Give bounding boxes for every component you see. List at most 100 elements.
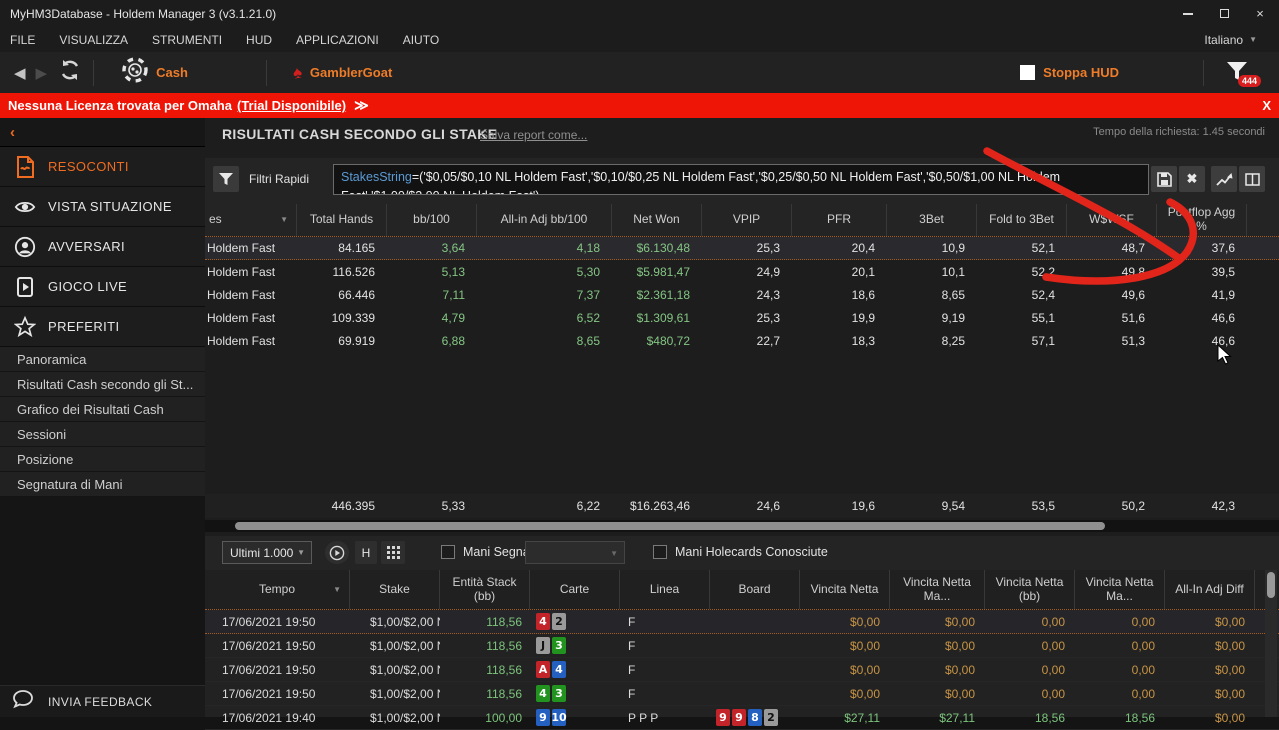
- hands-range-select[interactable]: Ultimi 1.000 ▼: [222, 541, 312, 564]
- checkbox-icon[interactable]: [653, 545, 667, 559]
- table-row[interactable]: Holdem Fast 116.526 5,13 5,30 $5.981,47 …: [205, 260, 1279, 283]
- columns-button[interactable]: [1239, 166, 1265, 192]
- column-header-vincita-netta-ma2[interactable]: Vincita Netta Ma...: [1075, 570, 1165, 609]
- marked-hands-select[interactable]: ▼: [525, 541, 625, 564]
- filter-key: StakesString: [341, 170, 412, 184]
- quick-filter-button[interactable]: [213, 166, 239, 192]
- column-header-stake[interactable]: Stake: [350, 570, 440, 609]
- window-title: MyHM3Database - Holdem Manager 3 (v3.1.2…: [0, 7, 276, 21]
- cell-stake: $1,00/$2,00 NL H: [350, 615, 440, 629]
- cell-wwsf: 51,6: [1067, 311, 1157, 325]
- cash-tab[interactable]: Cash: [156, 65, 188, 80]
- menu-strumenti[interactable]: STRUMENTI: [152, 33, 222, 47]
- stakes-filter-input[interactable]: StakesString=('$0,05/$0,10 NL Holdem Fas…: [333, 164, 1149, 195]
- sidebar-item-resoconti[interactable]: RESOCONTI: [0, 147, 205, 187]
- table-row[interactable]: 17/06/2021 19:50 $1,00/$2,00 NL H 118,56…: [205, 682, 1279, 706]
- column-header-3bet[interactable]: 3Bet: [887, 204, 977, 236]
- column-header-fold-to-3bet[interactable]: Fold to 3Bet: [977, 204, 1067, 236]
- sort-icon[interactable]: ▼: [333, 585, 341, 594]
- table-row[interactable]: 17/06/2021 19:50 $1,00/$2,00 NL H 118,56…: [205, 634, 1279, 658]
- cell-net-ma: $0,00: [890, 663, 985, 677]
- known-holecards-control[interactable]: Mani Holecards Conosciute: [653, 545, 828, 559]
- menu-aiuto[interactable]: AIUTO: [403, 33, 439, 47]
- dropdown-icon[interactable]: ▼: [280, 215, 288, 224]
- playing-card: 10: [552, 709, 566, 726]
- menu-applicazioni[interactable]: APPLICAZIONI: [296, 33, 379, 47]
- sidebar-item-gioco-live[interactable]: GIOCO LIVE: [0, 267, 205, 307]
- cell-board: 9982: [710, 709, 800, 726]
- back-button[interactable]: ◀: [14, 64, 26, 82]
- sidebar-item-vista-situazione[interactable]: VISTA SITUAZIONE: [0, 187, 205, 227]
- sidebar-item-segnatura[interactable]: Segnatura di Mani: [0, 472, 205, 497]
- table-row[interactable]: Holdem Fast 84.165 3,64 4,18 $6.130,48 2…: [205, 237, 1279, 260]
- cell-net-won: $5.981,47: [612, 265, 702, 279]
- save-report-link[interactable]: Salva report come...: [480, 128, 587, 142]
- sidebar-item-posizione[interactable]: Posizione: [0, 447, 205, 472]
- column-header-carte[interactable]: Carte: [530, 570, 620, 609]
- send-feedback-button[interactable]: INVIA FEEDBACK: [0, 685, 205, 717]
- maximize-button[interactable]: [1209, 2, 1239, 26]
- stop-hud-button[interactable]: Stoppa HUD: [1020, 52, 1119, 93]
- column-header-total-hands[interactable]: Total Hands: [297, 204, 387, 236]
- cell-bb100: 5,13: [387, 265, 477, 279]
- scrollbar-thumb[interactable]: [1267, 572, 1275, 598]
- grid-view-button[interactable]: [381, 541, 405, 564]
- column-header-vpip[interactable]: VPIP: [702, 204, 792, 236]
- column-header-tempo[interactable]: Tempo ▼: [205, 570, 350, 609]
- column-header-pfr[interactable]: PFR: [792, 204, 887, 236]
- cell-net-won: $1.309,61: [612, 311, 702, 325]
- cell-vpip: 25,3: [702, 241, 792, 255]
- column-header-vincita-netta-bb[interactable]: Vincita Netta (bb): [985, 570, 1075, 609]
- column-header-linea[interactable]: Linea: [620, 570, 710, 609]
- refresh-icon[interactable]: [59, 59, 81, 86]
- table-row[interactable]: Holdem Fast 66.446 7,11 7,37 $2.361,18 2…: [205, 283, 1279, 306]
- table-row[interactable]: Holdem Fast 109.339 4,79 6,52 $1.309,61 …: [205, 306, 1279, 329]
- column-header-net-won[interactable]: Net Won: [612, 204, 702, 236]
- column-header-postflop-agg[interactable]: Postflop Agg %: [1157, 204, 1247, 236]
- cell-net-ma-bb: 18,56: [1075, 711, 1165, 725]
- sidebar-item-grafico[interactable]: Grafico dei Risultati Cash: [0, 397, 205, 422]
- trial-link[interactable]: (Trial Disponibile): [237, 98, 346, 113]
- vertical-scrollbar[interactable]: [1265, 570, 1277, 717]
- column-header-vincita-netta-ma[interactable]: Vincita Netta Ma...: [890, 570, 985, 609]
- chart-view-button[interactable]: [1211, 166, 1237, 192]
- close-button[interactable]: ×: [1245, 2, 1275, 26]
- column-header-stack[interactable]: Entità Stack (bb): [440, 570, 530, 609]
- banner-close-button[interactable]: X: [1262, 98, 1271, 113]
- sidebar-item-risultati-cash[interactable]: Risultati Cash secondo gli St...: [0, 372, 205, 397]
- hud-button[interactable]: H: [355, 541, 377, 564]
- sidebar-item-preferiti[interactable]: PREFERITI: [0, 307, 205, 347]
- table-row[interactable]: 17/06/2021 19:50 $1,00/$2,00 NL H 118,56…: [205, 610, 1279, 634]
- sidebar-collapse-button[interactable]: ‹: [0, 118, 205, 147]
- banner-chevron-icon[interactable]: ≫: [354, 97, 369, 114]
- column-header-stakes[interactable]: es ▼: [205, 204, 297, 236]
- menu-hud[interactable]: HUD: [246, 33, 272, 47]
- column-header-board[interactable]: Board: [710, 570, 800, 609]
- column-header-vincita-netta[interactable]: Vincita Netta: [800, 570, 890, 609]
- star-icon: [14, 316, 36, 338]
- column-header-allin-adj[interactable]: All-in Adj bb/100: [477, 204, 612, 236]
- scrollbar-thumb[interactable]: [235, 522, 1105, 530]
- sidebar-item-panoramica[interactable]: Panoramica: [0, 347, 205, 372]
- language-selector[interactable]: Italiano ▼: [1204, 27, 1257, 52]
- save-filter-button[interactable]: [1151, 166, 1177, 192]
- table-row[interactable]: Holdem Fast 69.919 6,88 8,65 $480,72 22,…: [205, 329, 1279, 352]
- column-header-bb100[interactable]: bb/100: [387, 204, 477, 236]
- table-row[interactable]: 17/06/2021 19:50 $1,00/$2,00 NL H 118,56…: [205, 658, 1279, 682]
- replay-button[interactable]: [325, 541, 349, 564]
- sidebar-item-avversari[interactable]: AVVERSARI: [0, 227, 205, 267]
- checkbox-icon[interactable]: [441, 545, 455, 559]
- minimize-button[interactable]: [1173, 2, 1203, 26]
- column-header-wwsf[interactable]: W$WSF: [1067, 204, 1157, 236]
- forward-button[interactable]: ▶: [36, 64, 48, 82]
- table-row[interactable]: 17/06/2021 19:40 $1,00/$2,00 NL H 100,00…: [205, 706, 1279, 730]
- player-tab[interactable]: GamblerGoat: [310, 65, 392, 80]
- menu-file[interactable]: FILE: [10, 33, 35, 47]
- sidebar-item-sessioni[interactable]: Sessioni: [0, 422, 205, 447]
- clear-filter-button[interactable]: ✖: [1179, 166, 1205, 192]
- cell-stake: Holdem Fast: [205, 265, 297, 279]
- menu-visualizza[interactable]: VISUALIZZA: [59, 33, 128, 47]
- column-header-allin-adj-diff[interactable]: All-In Adj Diff: [1165, 570, 1255, 609]
- filters-button[interactable]: 444: [1225, 59, 1255, 87]
- horizontal-scrollbar[interactable]: [205, 520, 1279, 532]
